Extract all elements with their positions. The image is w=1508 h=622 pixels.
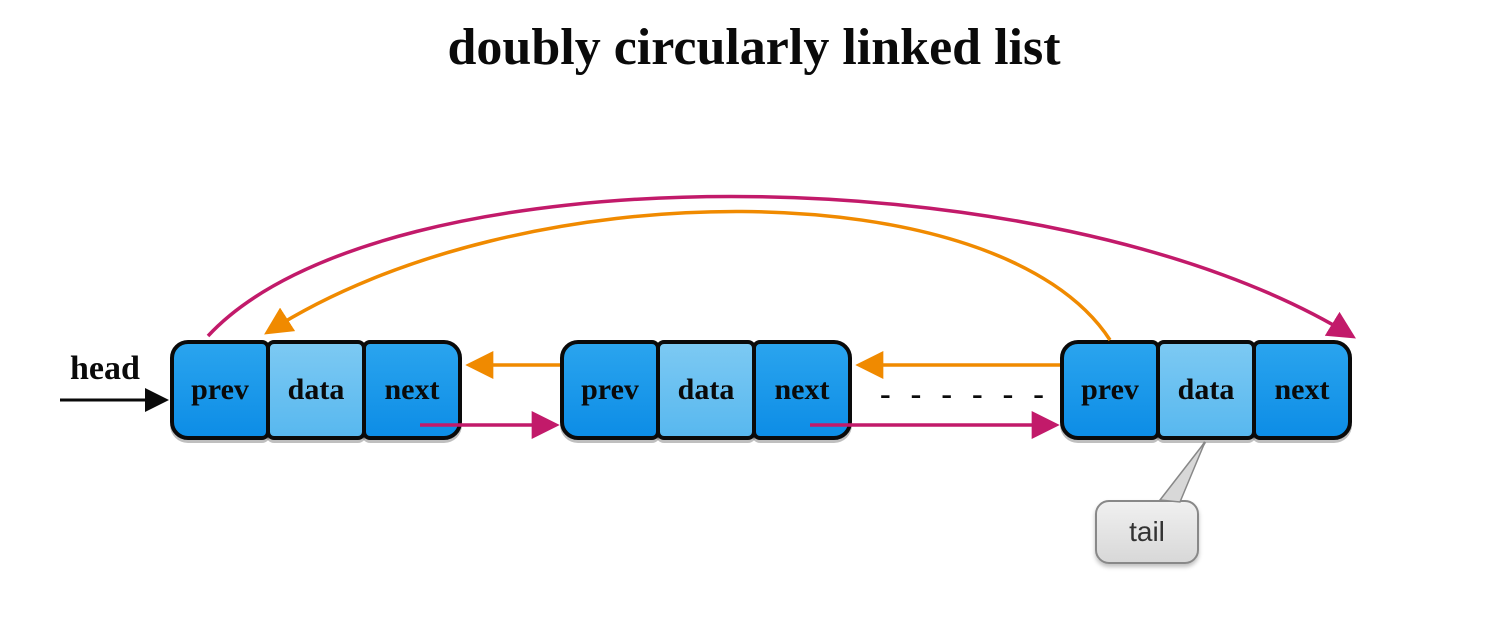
node-3-prev: prev (1060, 340, 1160, 440)
node-3: prev data next (1060, 340, 1348, 440)
tail-callout-pointer (1170, 442, 1205, 500)
head-label: head (70, 350, 140, 388)
tail-callout-tailshape (1160, 442, 1205, 502)
circular-prev-arc (268, 211, 1110, 340)
node-1: prev data next (170, 340, 458, 440)
tail-callout: tail (1095, 500, 1199, 564)
diagram-stage: doubly circularly linked list head prev … (0, 0, 1508, 622)
node-2-data: data (656, 340, 756, 440)
node-3-data: data (1156, 340, 1256, 440)
node-1-prev: prev (170, 340, 270, 440)
node-2-next: next (752, 340, 852, 440)
node-2: prev data next (560, 340, 848, 440)
arrows-layer (0, 0, 1508, 622)
node-2-prev: prev (560, 340, 660, 440)
node-3-next: next (1252, 340, 1352, 440)
diagram-title: doubly circularly linked list (0, 18, 1508, 77)
node-1-data: data (266, 340, 366, 440)
circular-next-arc (208, 197, 1352, 337)
node-1-next: next (362, 340, 462, 440)
ellipsis: - - - - - - (880, 375, 1050, 412)
